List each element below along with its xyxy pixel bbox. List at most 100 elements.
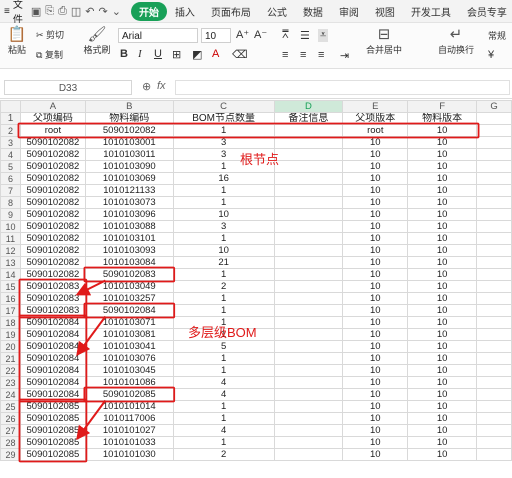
cell-g18[interactable] <box>476 316 512 329</box>
align-center-icon[interactable]: ≡ <box>300 49 306 61</box>
redo-icon[interactable]: ↷ <box>99 4 108 18</box>
cell-b25[interactable]: 1010101014 <box>84 400 174 413</box>
cell-d29[interactable] <box>273 448 344 461</box>
cell-d16[interactable] <box>273 292 344 305</box>
cell-d10[interactable] <box>273 220 344 233</box>
cell-e22[interactable]: 10 <box>342 364 409 377</box>
cell-b12[interactable]: 1010103093 <box>84 244 174 257</box>
cell-a17[interactable]: 5090102083 <box>19 304 86 317</box>
cell-b27[interactable]: 1010101027 <box>84 424 174 437</box>
font-size-select[interactable]: 10 <box>201 28 231 43</box>
cell-c22[interactable]: 1 <box>172 364 275 377</box>
cell-d9[interactable] <box>273 208 344 221</box>
align-middle-icon[interactable]: ☰ <box>300 29 310 42</box>
row-header[interactable]: 19 <box>0 328 21 341</box>
cell-b18[interactable]: 1010103071 <box>84 316 174 329</box>
cell-a28[interactable]: 5090102085 <box>19 436 86 449</box>
cell-b20[interactable]: 1010103041 <box>84 340 174 353</box>
cell-d15[interactable] <box>273 280 344 293</box>
cell-b9[interactable]: 1010103096 <box>84 208 174 221</box>
cell-f7[interactable]: 10 <box>407 184 478 197</box>
cell-c28[interactable]: 1 <box>172 436 275 449</box>
row-header[interactable]: 28 <box>0 436 21 449</box>
column-header-a[interactable]: A <box>19 100 86 113</box>
font-color-icon[interactable]: A <box>212 48 219 60</box>
cell-b8[interactable]: 1010103073 <box>84 196 174 209</box>
cell-b15[interactable]: 1010103049 <box>84 280 174 293</box>
cell-b19[interactable]: 1010103081 <box>84 328 174 341</box>
cell-g8[interactable] <box>476 196 512 209</box>
cell-c25[interactable]: 1 <box>172 400 275 413</box>
row-header[interactable]: 27 <box>0 424 21 437</box>
cell-d8[interactable] <box>273 196 344 209</box>
cell-b23[interactable]: 1010101086 <box>84 376 174 389</box>
save-icon[interactable]: ▣ <box>31 4 41 18</box>
cell-e9[interactable]: 10 <box>342 208 409 221</box>
column-header-g[interactable]: G <box>476 100 512 113</box>
cell-d4[interactable] <box>273 148 344 161</box>
tab-3[interactable]: 页面布局 <box>203 2 259 21</box>
cell-c17[interactable]: 1 <box>172 304 275 317</box>
row-header[interactable]: 29 <box>0 448 21 461</box>
underline-icon[interactable]: U <box>154 48 162 60</box>
cell-c21[interactable]: 1 <box>172 352 275 365</box>
column-header-c[interactable]: C <box>172 100 275 113</box>
row-header[interactable]: 15 <box>0 280 21 293</box>
cell-a21[interactable]: 5090102084 <box>19 352 86 365</box>
cell-d14[interactable] <box>273 268 344 281</box>
row-header[interactable]: 23 <box>0 376 21 389</box>
cell-d25[interactable] <box>273 400 344 413</box>
cell-b24[interactable]: 5090102085 <box>84 388 174 401</box>
cell-g27[interactable] <box>476 424 512 437</box>
cell-c14[interactable]: 1 <box>172 268 275 281</box>
cell-f2[interactable]: 10 <box>407 124 478 137</box>
bold-icon[interactable]: B <box>120 48 128 60</box>
row-header[interactable]: 20 <box>0 340 21 353</box>
cell-a27[interactable]: 5090102085 <box>19 424 86 437</box>
formula-input[interactable] <box>175 80 510 95</box>
cell-e23[interactable]: 10 <box>342 376 409 389</box>
cell-d18[interactable] <box>273 316 344 329</box>
merge-center-button[interactable]: ⊟ 合并居中 <box>364 26 404 56</box>
cell-f25[interactable]: 10 <box>407 400 478 413</box>
cell-a5[interactable]: 5090102082 <box>19 160 86 173</box>
cell-e2[interactable]: root <box>342 124 409 137</box>
cell-g29[interactable] <box>476 448 512 461</box>
cell-e4[interactable]: 10 <box>342 148 409 161</box>
cell-a23[interactable]: 5090102084 <box>19 376 86 389</box>
cell-f23[interactable]: 10 <box>407 376 478 389</box>
cell-g1[interactable] <box>476 112 512 125</box>
cell-g21[interactable] <box>476 352 512 365</box>
cell-d19[interactable] <box>273 328 344 341</box>
format-painter-button[interactable]: 🖌 格式刷 <box>82 26 112 56</box>
export-icon[interactable]: ⎘ <box>45 4 54 18</box>
cell-e8[interactable]: 10 <box>342 196 409 209</box>
column-header-d[interactable]: D <box>273 100 344 113</box>
cell-d6[interactable] <box>273 172 344 185</box>
cell-e10[interactable]: 10 <box>342 220 409 233</box>
cell-g22[interactable] <box>476 364 512 377</box>
cell-f24[interactable]: 10 <box>407 388 478 401</box>
cell-a7[interactable]: 5090102082 <box>19 184 86 197</box>
cell-d28[interactable] <box>273 436 344 449</box>
row-header[interactable]: 9 <box>0 208 21 221</box>
column-header-f[interactable]: F <box>407 100 478 113</box>
font-name-select[interactable]: Arial <box>118 28 198 43</box>
row-header[interactable]: 4 <box>0 148 21 161</box>
cell-d24[interactable] <box>273 388 344 401</box>
tab-4[interactable]: 公式 <box>259 2 295 21</box>
cell-a19[interactable]: 5090102084 <box>19 328 86 341</box>
cell-f4[interactable]: 10 <box>407 148 478 161</box>
cell-b26[interactable]: 1010117006 <box>84 412 174 425</box>
cell-b28[interactable]: 1010101033 <box>84 436 174 449</box>
cell-g11[interactable] <box>476 232 512 245</box>
cell-g12[interactable] <box>476 244 512 257</box>
fx-icon[interactable]: fx <box>157 80 166 92</box>
cell-d27[interactable] <box>273 424 344 437</box>
cell-a10[interactable]: 5090102082 <box>19 220 86 233</box>
cell-a26[interactable]: 5090102085 <box>19 412 86 425</box>
cell-a11[interactable]: 5090102082 <box>19 232 86 245</box>
cell-e1[interactable]: 父项版本 <box>342 112 409 125</box>
cell-f20[interactable]: 10 <box>407 340 478 353</box>
cell-e29[interactable]: 10 <box>342 448 409 461</box>
